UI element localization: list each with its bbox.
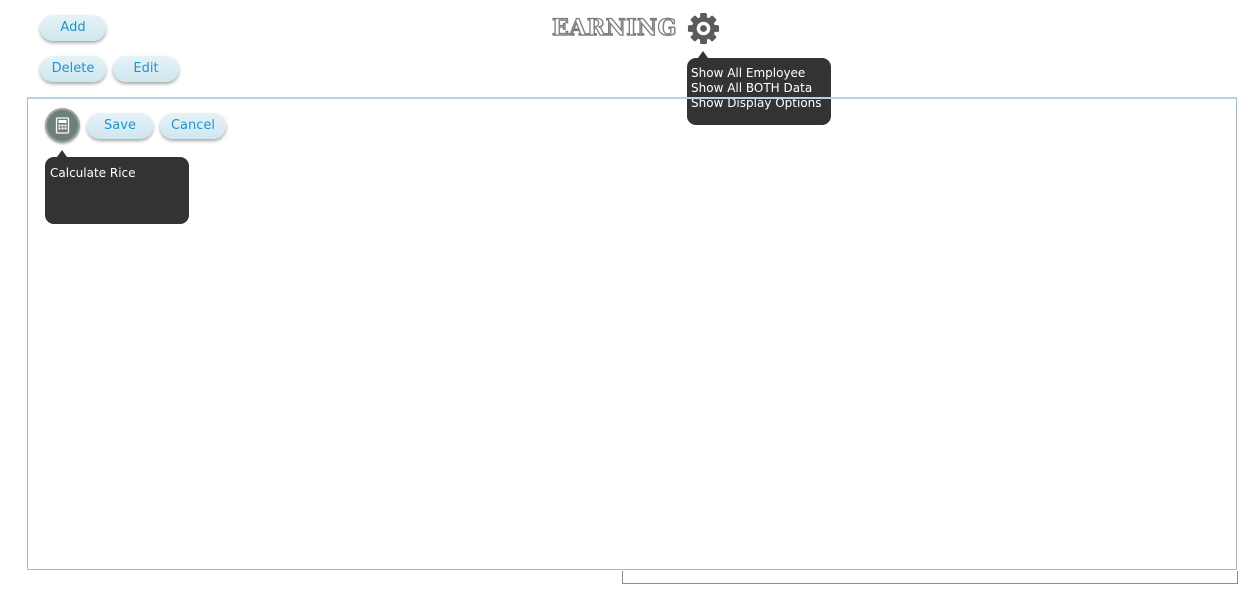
edit-button[interactable]: Edit: [113, 56, 179, 82]
save-button[interactable]: Save: [87, 113, 153, 139]
add-button[interactable]: Add: [40, 15, 106, 41]
tooltip-arrow: [57, 150, 67, 157]
calculate-button[interactable]: [45, 108, 80, 143]
menu-item-show-all-both-data[interactable]: Show All BOTH Data: [691, 81, 827, 96]
bottom-scroll-frame: [622, 571, 1238, 584]
page-title-wrap: EARNING: [551, 10, 677, 46]
calculate-rice-label: Calculate Rice: [50, 166, 136, 180]
content-panel: [27, 97, 1237, 570]
delete-button[interactable]: Delete: [40, 56, 106, 82]
page: Add Delete Edit EARNING Show All Employe…: [0, 0, 1260, 611]
page-title: EARNING: [551, 14, 677, 41]
gear-icon[interactable]: [686, 11, 721, 46]
calculator-icon: [55, 117, 70, 134]
cancel-button[interactable]: Cancel: [160, 113, 226, 139]
tooltip-arrow: [698, 51, 708, 58]
calculate-tooltip: Calculate Rice: [45, 150, 189, 224]
menu-item-show-all-employee[interactable]: Show All Employee: [691, 66, 827, 81]
